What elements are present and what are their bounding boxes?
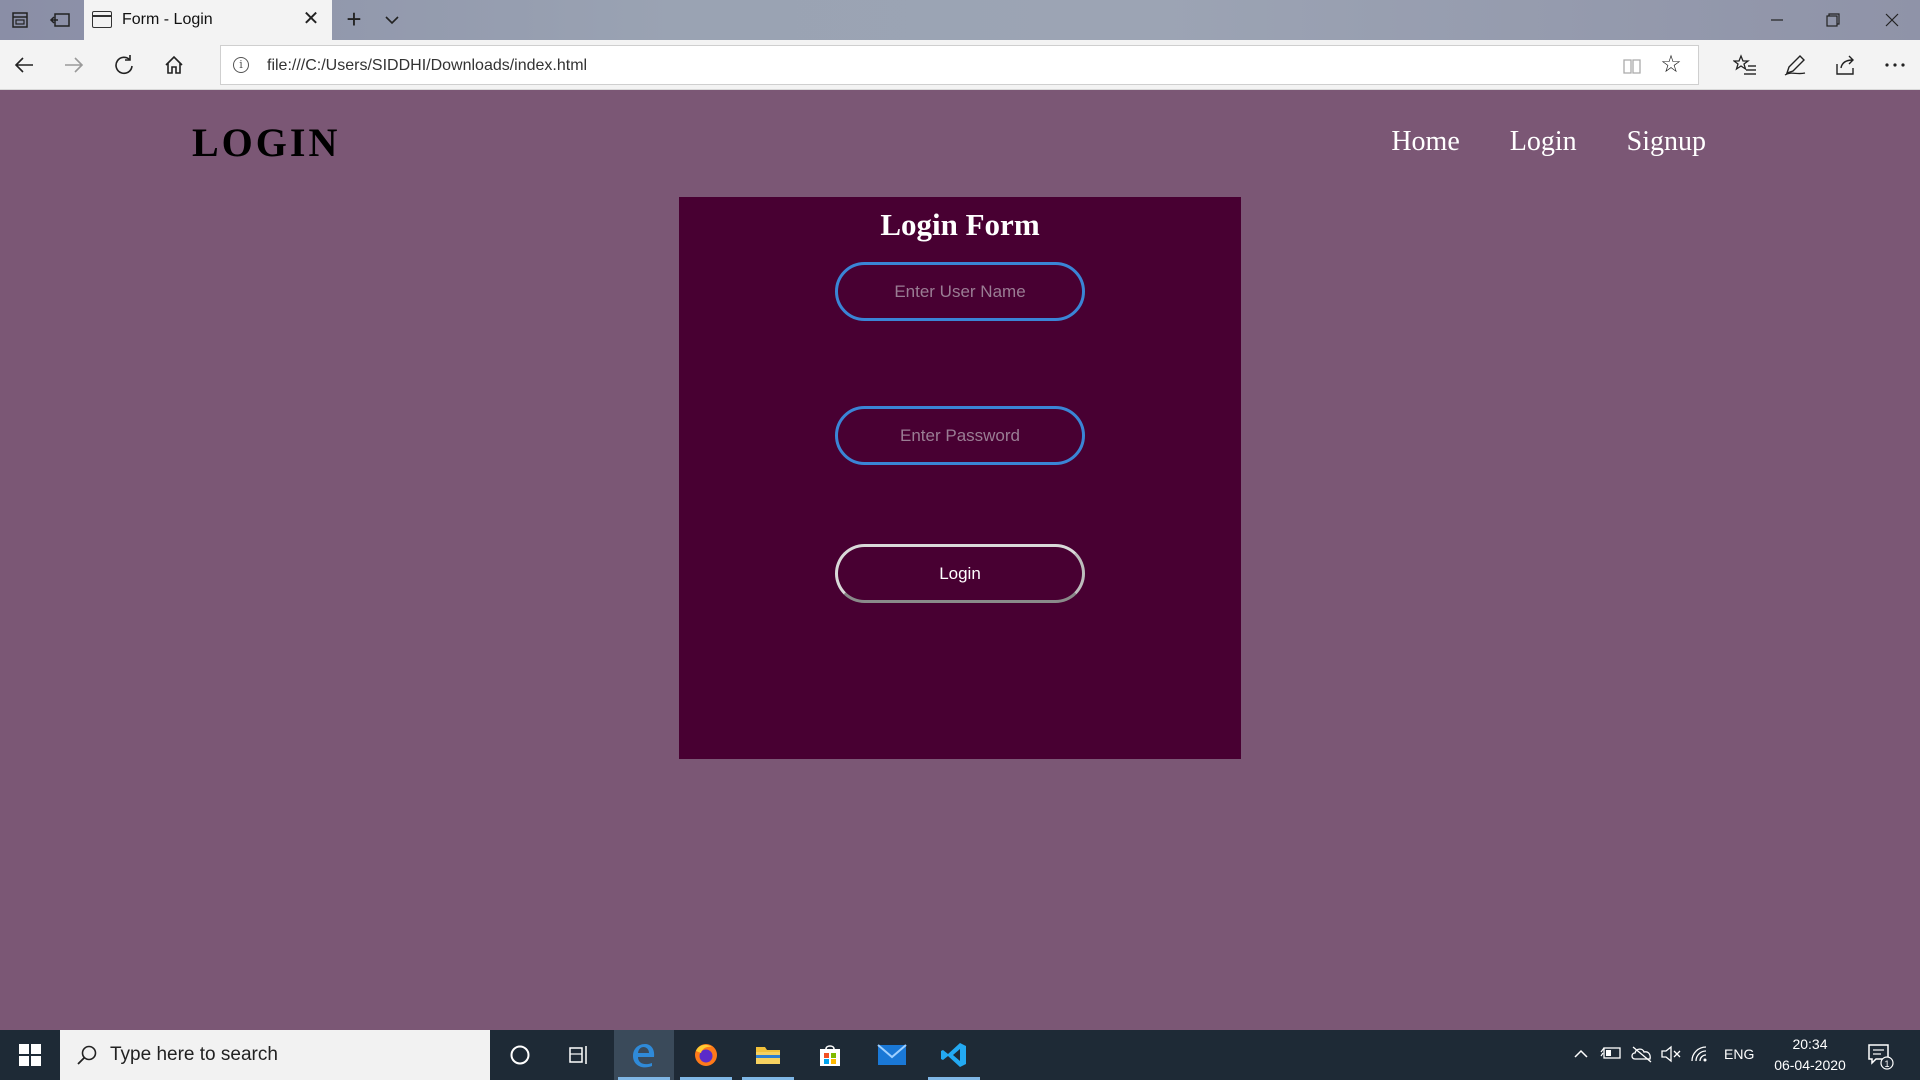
url-text[interactable]: file:///C:/Users/SIDDHI/Downloads/index.… [267, 57, 587, 75]
file-explorer-icon[interactable] [738, 1030, 798, 1080]
nav-link-home[interactable]: Home [1391, 126, 1459, 158]
close-window-button[interactable] [1864, 0, 1920, 40]
reading-view-icon[interactable] [1622, 56, 1642, 76]
more-options-icon[interactable] [1879, 49, 1911, 81]
firefox-icon[interactable] [676, 1030, 736, 1080]
nav-link-signup[interactable]: Signup [1627, 126, 1706, 158]
home-icon[interactable] [158, 49, 190, 81]
input-language[interactable]: ENG [1724, 1046, 1754, 1062]
login-submit-button[interactable]: Login [835, 544, 1085, 603]
favorite-star-icon[interactable]: ☆ [1658, 53, 1684, 79]
search-icon [76, 1044, 98, 1066]
tabs-aside-icon[interactable] [6, 6, 34, 34]
tab-title: Form - Login [122, 11, 213, 28]
notification-count: 1 [1884, 1059, 1889, 1069]
onedrive-offline-icon[interactable] [1630, 1045, 1652, 1065]
task-view-icon[interactable] [550, 1030, 610, 1080]
info-icon[interactable]: i [233, 57, 249, 73]
web-page: LOGIN Home Login Signup Login Form Login [0, 91, 1920, 1030]
battery-icon[interactable] [1600, 1045, 1622, 1065]
username-input[interactable] [835, 262, 1085, 321]
system-clock[interactable]: 20:34 06-04-2020 [1762, 1034, 1858, 1076]
refresh-icon[interactable] [108, 49, 140, 81]
top-navigation: Home Login Signup [1391, 126, 1706, 158]
active-tab[interactable]: Form - Login ✕ [84, 0, 332, 40]
microsoft-store-icon[interactable] [800, 1030, 860, 1080]
windows-taskbar: Type here to search ENG 20:34 06-04-2020… [0, 1030, 1920, 1080]
nav-link-login[interactable]: Login [1510, 126, 1577, 158]
wifi-icon[interactable] [1690, 1045, 1712, 1065]
browser-tab-bar: Form - Login ✕ + [0, 0, 1920, 40]
form-title: Login Form [880, 207, 1040, 242]
minimize-button[interactable] [1749, 0, 1805, 40]
password-input[interactable] [835, 406, 1085, 465]
vscode-icon[interactable] [924, 1030, 984, 1080]
close-tab-icon[interactable]: ✕ [300, 8, 322, 30]
favorites-list-icon[interactable] [1729, 49, 1761, 81]
new-tab-icon[interactable]: + [340, 6, 368, 34]
clock-time: 20:34 [1792, 1036, 1828, 1052]
windows-start-icon[interactable] [0, 1030, 60, 1080]
share-icon[interactable] [1829, 49, 1861, 81]
address-toolbar: i file:///C:/Users/SIDDHI/Downloads/inde… [0, 40, 1920, 90]
chevron-down-icon[interactable] [378, 6, 406, 34]
chevron-up-icon[interactable] [1570, 1045, 1592, 1065]
clock-date: 06-04-2020 [1774, 1057, 1846, 1073]
page-icon [92, 11, 112, 28]
edge-browser-icon[interactable] [614, 1030, 674, 1080]
search-placeholder: Type here to search [110, 1044, 278, 1065]
forward-arrow-icon[interactable] [58, 49, 90, 81]
action-center-icon[interactable]: 1 [1866, 1042, 1894, 1070]
login-form: Login Form Login [679, 197, 1241, 759]
taskbar-search[interactable]: Type here to search [60, 1030, 490, 1080]
set-tabs-aside-icon[interactable] [46, 6, 74, 34]
address-bar[interactable]: i file:///C:/Users/SIDDHI/Downloads/inde… [220, 45, 1699, 85]
site-logo: LOGIN [192, 120, 341, 165]
back-arrow-icon[interactable] [8, 49, 40, 81]
restore-button[interactable] [1805, 0, 1861, 40]
cortana-icon[interactable] [490, 1030, 550, 1080]
mail-icon[interactable] [862, 1030, 922, 1080]
speaker-muted-icon[interactable] [1660, 1045, 1682, 1065]
pen-notes-icon[interactable] [1779, 49, 1811, 81]
